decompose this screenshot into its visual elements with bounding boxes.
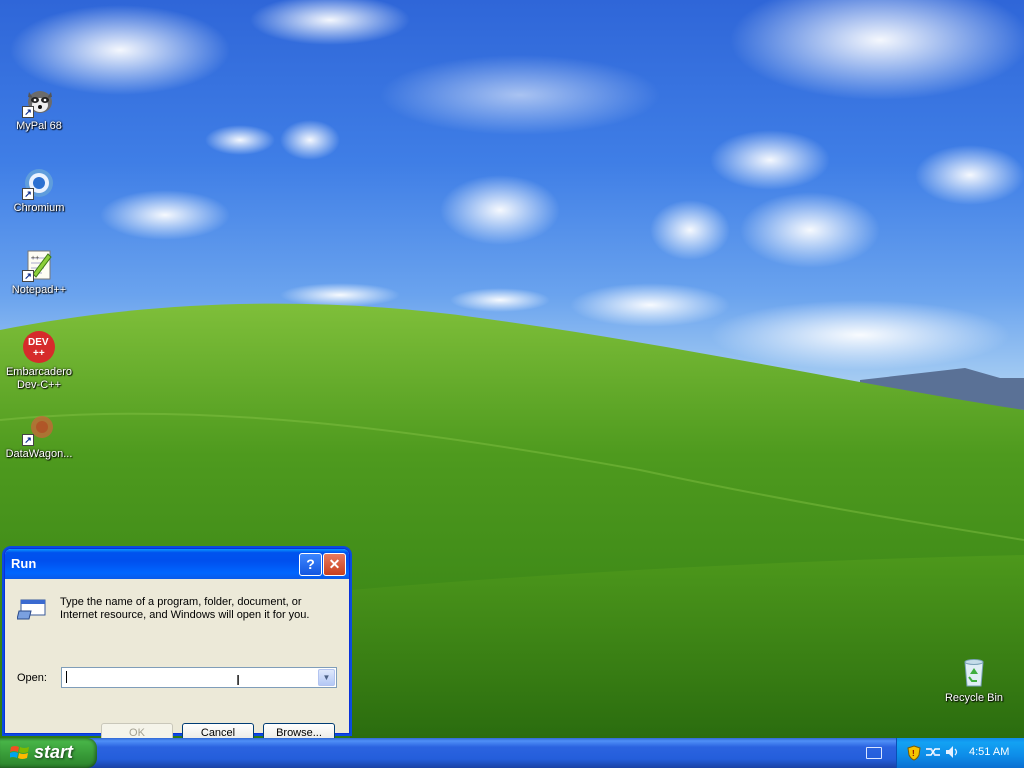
desktop-icon-datawagon[interactable]: ↗ DataWagon... — [0, 412, 79, 461]
clock[interactable]: 4:51 AM — [969, 746, 1009, 758]
open-combobox[interactable]: ▼ — [61, 667, 337, 688]
svg-text:DEV: DEV — [28, 337, 49, 348]
desktop-icon-recycle-bin[interactable]: Recycle Bin — [934, 656, 1014, 705]
open-label: Open: — [17, 672, 47, 684]
svg-text:!: ! — [912, 749, 915, 758]
desktop-icon-label: DataWagon... — [5, 448, 73, 460]
desktop[interactable]: ↗ MyPal 68 ↗ Chromium ++ ↗ Notepad++ DEV… — [0, 0, 1024, 738]
dropdown-arrow-button[interactable]: ▼ — [318, 669, 335, 686]
windows-logo-icon — [10, 746, 29, 759]
volume-icon[interactable] — [945, 745, 959, 759]
run-dialog-titlebar[interactable]: Run ? ✕ — [5, 549, 349, 579]
desktop-icon-label: MyPal 68 — [16, 120, 62, 132]
start-label: start — [34, 742, 74, 762]
start-button[interactable]: start — [0, 738, 97, 768]
help-button[interactable]: ? — [299, 553, 322, 576]
system-tray: ! 4:51 AM — [896, 738, 1024, 768]
svg-text:++: ++ — [33, 348, 45, 359]
desktop-icon-notepadpp[interactable]: ++ ↗ Notepad++ — [0, 248, 79, 297]
run-dialog[interactable]: Run ? ✕ Type the name of a program, fold… — [4, 548, 350, 738]
devcpp-icon: DEV ++ — [22, 330, 56, 364]
desktop-icon-chromium[interactable]: ↗ Chromium — [0, 166, 79, 215]
browse-button[interactable]: Browse... — [263, 723, 335, 738]
chromium-icon: ↗ — [22, 166, 56, 200]
mypal-raccoon-icon: ↗ — [22, 84, 56, 118]
desktop-icon-devcpp[interactable]: DEV ++ Embarcadero Dev-C++ — [0, 330, 79, 392]
datawagon-icon: ↗ — [22, 412, 56, 446]
shortcut-arrow-icon: ↗ — [22, 188, 34, 200]
ok-button[interactable]: OK — [101, 723, 173, 738]
text-caret — [66, 671, 67, 683]
desktop-icon-label: Recycle Bin — [944, 692, 1004, 704]
taskbar[interactable]: start ! 4:51 AM — [0, 738, 1024, 768]
desktop-icon-label-line2: Dev-C++ — [16, 379, 62, 391]
security-shield-icon[interactable]: ! — [907, 745, 921, 761]
recycle-bin-icon — [957, 656, 991, 690]
cancel-button[interactable]: Cancel — [182, 723, 254, 738]
shortcut-arrow-icon: ↗ — [22, 106, 34, 118]
desktop-icon-label: Chromium — [13, 202, 65, 214]
desktop-icon-label: Notepad++ — [11, 284, 67, 296]
svg-text:++: ++ — [31, 255, 39, 262]
run-description: Type the name of a program, folder, docu… — [60, 596, 310, 621]
shortcut-arrow-icon: ↗ — [22, 270, 34, 282]
open-input[interactable] — [62, 668, 315, 685]
network-icon[interactable] — [925, 745, 941, 759]
run-program-icon — [16, 595, 49, 621]
dialog-title: Run — [11, 556, 37, 571]
close-button[interactable]: ✕ — [323, 553, 346, 576]
notepadpp-icon: ++ ↗ — [22, 248, 56, 282]
shortcut-arrow-icon: ↗ — [22, 434, 34, 446]
desktop-icon-mypal[interactable]: ↗ MyPal 68 — [0, 84, 79, 133]
keyboard-layout-icon[interactable] — [866, 747, 882, 759]
ibeam-cursor-icon: Ι — [236, 672, 241, 689]
desktop-icon-label-line1: Embarcadero — [5, 366, 73, 378]
